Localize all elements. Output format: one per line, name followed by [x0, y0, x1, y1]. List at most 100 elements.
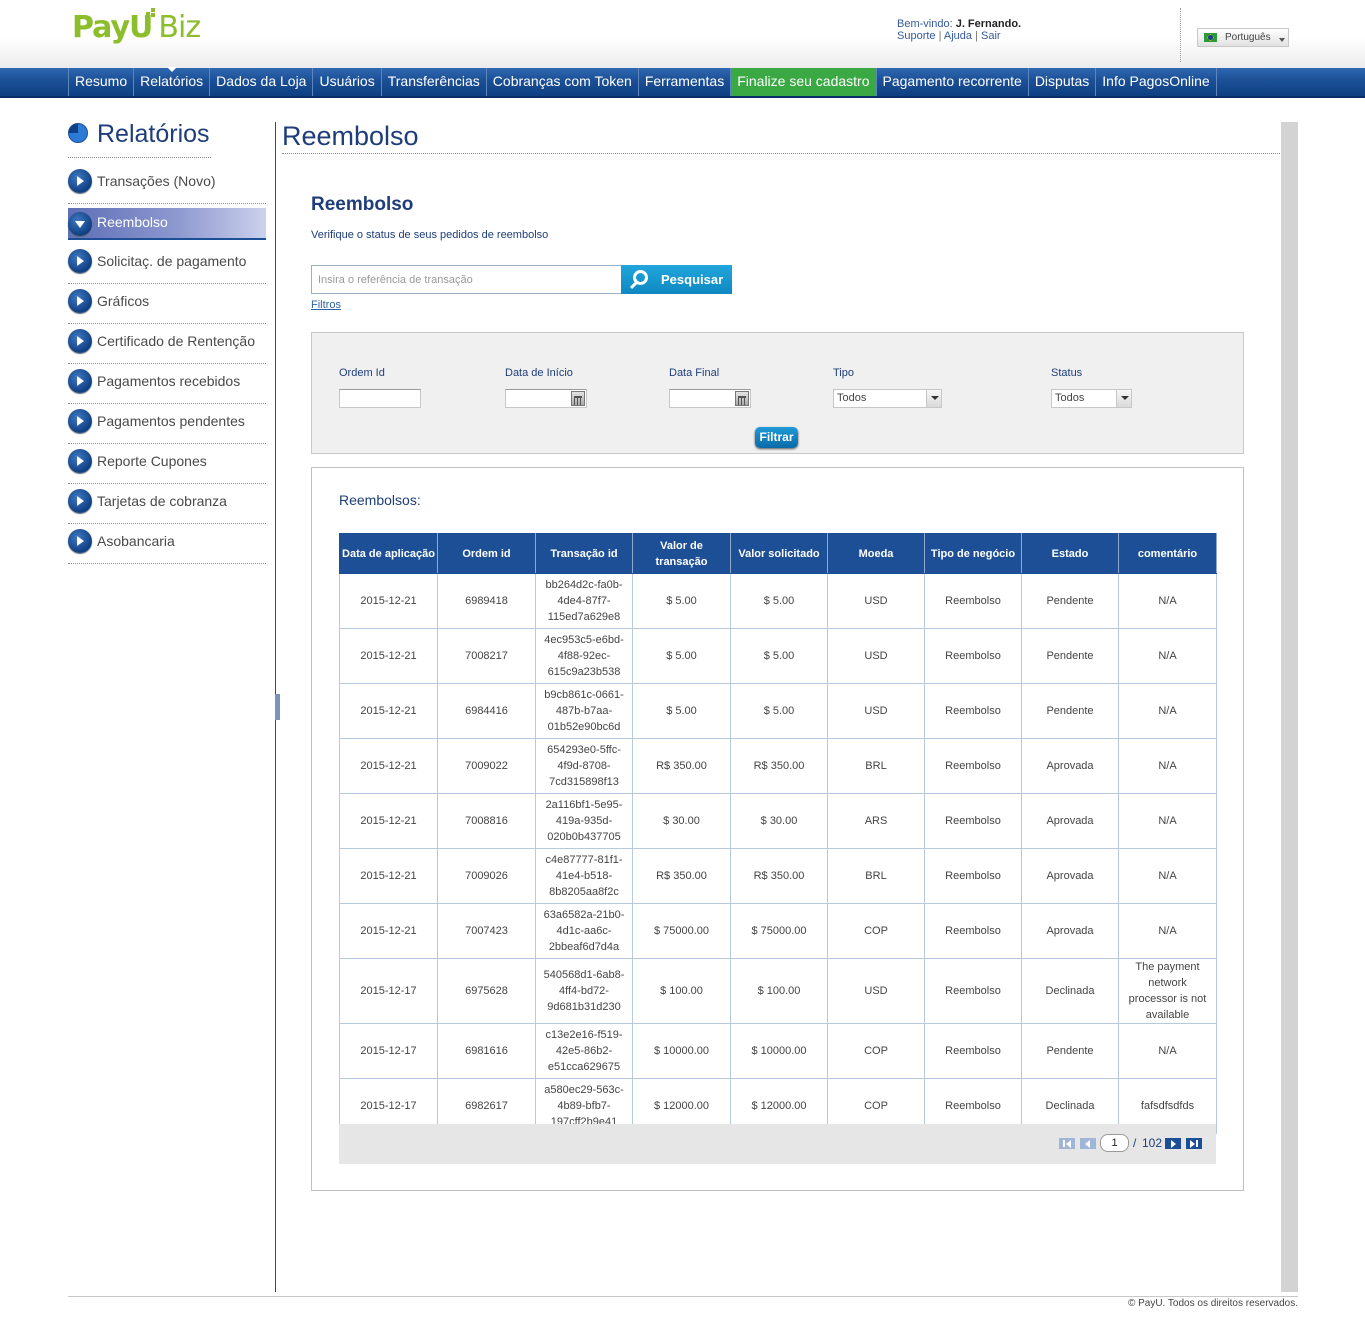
- table-cell: N/A: [1118, 738, 1217, 794]
- sidebar-item-reporte-cupones[interactable]: Reporte Cupones: [68, 444, 266, 484]
- language-select[interactable]: Português: [1197, 28, 1289, 47]
- table-cell: $ 10000.00: [632, 1023, 731, 1079]
- nav-item-cobrancas-com-token[interactable]: Cobranças com Token: [487, 68, 639, 96]
- next-page-icon[interactable]: [1165, 1138, 1181, 1149]
- link-suporte[interactable]: Suporte: [897, 30, 936, 42]
- table-cell: Aprovada: [1021, 903, 1119, 959]
- user-name: J. Fernando.: [955, 18, 1022, 30]
- table-cell: 654293e0-5ffc-4f9d-8708-7cd315898f13: [535, 738, 633, 794]
- nav-item-disputas[interactable]: Disputas: [1029, 68, 1097, 96]
- sidebar-item-label: Tarjetas de cobranza: [97, 493, 227, 509]
- column-header[interactable]: Moeda: [827, 533, 925, 574]
- search-button[interactable]: Pesquisar: [621, 265, 732, 294]
- sidebar-item-pagamentos-recebidos[interactable]: Pagamentos recebidos: [68, 364, 266, 404]
- nav-item-dados-da-loja[interactable]: Dados da Loja: [210, 68, 314, 96]
- table-cell: 6984416: [437, 683, 536, 739]
- table-cell: 7007423: [437, 903, 536, 959]
- nav-item-finalize-cadastro[interactable]: Finalize seu cadastro: [731, 68, 877, 96]
- column-header[interactable]: Data de aplicação: [339, 533, 438, 574]
- data-final-label: Data Final: [669, 367, 720, 379]
- table-cell: R$ 350.00: [632, 848, 731, 904]
- nav-item-ferramentas[interactable]: Ferramentas: [639, 68, 732, 96]
- footer-copyright: © PayU. Todos os direitos reservados.: [1127, 1298, 1298, 1309]
- table-cell: COP: [827, 903, 925, 959]
- table-row: 2015-12-21 7009022 654293e0-5ffc-4f9d-8708…: [339, 738, 1217, 794]
- link-ajuda[interactable]: Ajuda: [944, 30, 972, 42]
- calendar-icon[interactable]: [571, 391, 585, 406]
- status-select[interactable]: Todos: [1051, 389, 1132, 408]
- table-cell: Reembolso: [924, 903, 1022, 959]
- nav-item-relatorios[interactable]: Relatórios: [134, 67, 211, 96]
- table-cell: N/A: [1118, 903, 1217, 959]
- play-arrow-icon: [68, 529, 92, 553]
- sidebar-item-pagamentos-pendentes[interactable]: Pagamentos pendentes: [68, 404, 266, 444]
- sidebar-item-label: Certificado de Rentenção: [97, 333, 255, 349]
- sidebar-item-reembolso[interactable]: Reembolso: [68, 208, 266, 240]
- column-header[interactable]: Ordem id: [437, 533, 536, 574]
- sidebar-item-solicitac-pagamento[interactable]: Solicitaç. de pagamento: [68, 244, 266, 284]
- nav-item-transferencias[interactable]: Transferências: [382, 68, 487, 96]
- table-cell: 2015-12-21: [339, 793, 438, 849]
- logo-main: PayU: [72, 10, 153, 45]
- ordem-id-input[interactable]: [339, 389, 421, 408]
- table-cell: The payment network processor is not ava…: [1118, 958, 1217, 1024]
- table-cell: Pendente: [1021, 628, 1119, 684]
- payu-biz-logo[interactable]: PayU Biz: [72, 8, 201, 52]
- calendar-icon[interactable]: [735, 391, 749, 406]
- column-header[interactable]: Valor de transação: [632, 533, 731, 574]
- table-cell: $ 10000.00: [730, 1023, 828, 1079]
- nav-item-pagamento-recorrente[interactable]: Pagamento recorrente: [877, 68, 1029, 96]
- chevron-down-icon: [1116, 390, 1131, 407]
- table-cell: $ 5.00: [730, 573, 828, 629]
- nav-item-info-pagosonline[interactable]: Info PagosOnline: [1096, 68, 1217, 96]
- filter-button[interactable]: Filtrar: [755, 427, 798, 448]
- sidebar-item-certificado[interactable]: Certificado de Rentenção: [68, 324, 266, 364]
- column-header[interactable]: Tipo de negócio: [924, 533, 1022, 574]
- table-cell: bb264d2c-fa0b-4de4-87f7-115ed7a629e8: [535, 573, 633, 629]
- column-header[interactable]: comentário: [1118, 533, 1217, 574]
- sidebar-item-graficos[interactable]: Gráficos: [68, 284, 266, 324]
- title-divider: [282, 153, 1282, 154]
- last-page-icon[interactable]: [1186, 1138, 1202, 1149]
- sidebar-item-transacoes[interactable]: Transações (Novo): [68, 164, 266, 204]
- prev-page-icon[interactable]: [1080, 1138, 1096, 1149]
- table-cell: Reembolso: [924, 793, 1022, 849]
- table-row: 2015-12-21 6984416 b9cb861c-0661-487b-b7aa…: [339, 683, 1217, 739]
- table-cell: Reembolso: [924, 628, 1022, 684]
- tipo-select[interactable]: Todos: [833, 389, 942, 408]
- table-cell: 6981616: [437, 1023, 536, 1079]
- table-cell: 2015-12-21: [339, 848, 438, 904]
- sidebar-item-label: Pagamentos recebidos: [97, 373, 241, 389]
- column-header[interactable]: Transação id: [535, 533, 633, 574]
- table-cell: $ 5.00: [730, 628, 828, 684]
- table-cell: c13e2e16-f519-42e5-86b2-e51cca629675: [535, 1023, 633, 1079]
- data-inicio-input[interactable]: [505, 389, 587, 408]
- sidebar-item-label: Transações (Novo): [97, 173, 216, 189]
- nav-item-usuarios[interactable]: Usuários: [313, 68, 382, 96]
- sidebar-item-tarjetas-cobranza[interactable]: Tarjetas de cobranza: [68, 484, 266, 524]
- data-final-input[interactable]: [669, 389, 751, 408]
- column-header[interactable]: Estado: [1021, 533, 1119, 574]
- table-cell: N/A: [1118, 793, 1217, 849]
- table-cell: Reembolso: [924, 958, 1022, 1024]
- main-nav: Resumo Relatórios Dados da Loja Usuários…: [0, 67, 1365, 98]
- nav-item-resumo[interactable]: Resumo: [69, 68, 135, 96]
- table-cell: 7009026: [437, 848, 536, 904]
- page: PayU Biz Bem-vindo: J. Fernando. Suporte …: [0, 0, 1365, 1327]
- page-number-input[interactable]: 1: [1100, 1134, 1129, 1152]
- first-page-icon[interactable]: [1059, 1138, 1075, 1149]
- play-arrow-icon: [68, 169, 92, 193]
- table-cell: 4ec953c5-e6bd-4f88-92ec-615c9a23b538: [535, 628, 633, 684]
- search-input[interactable]: Insira o referência de transação: [311, 265, 622, 294]
- filters-link[interactable]: Filtros: [311, 299, 341, 311]
- sidebar-collapse-handle[interactable]: [275, 694, 280, 720]
- sidebar-item-asobancaria[interactable]: Asobancaria: [68, 524, 266, 564]
- section-subtitle: Verifique o status de seus pedidos de re…: [311, 229, 549, 241]
- link-sair[interactable]: Sair: [981, 30, 1001, 42]
- table-cell: Pendente: [1021, 1023, 1119, 1079]
- pie-chart-icon: [68, 123, 88, 143]
- table-cell: BRL: [827, 738, 925, 794]
- scrollbar[interactable]: [1281, 122, 1298, 1292]
- column-header[interactable]: Valor solicitado: [730, 533, 828, 574]
- play-arrow-icon: [68, 489, 92, 513]
